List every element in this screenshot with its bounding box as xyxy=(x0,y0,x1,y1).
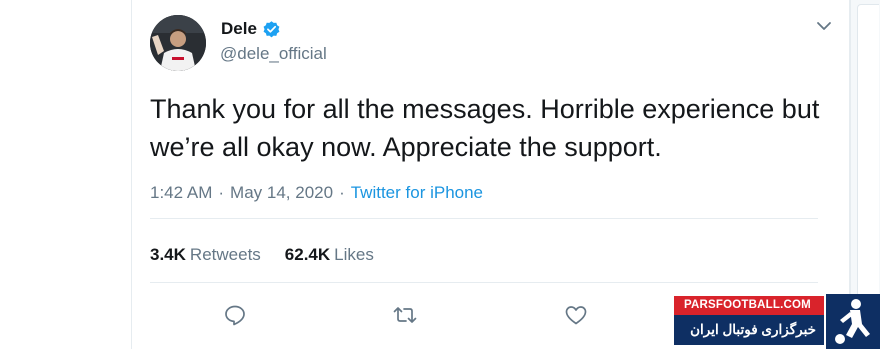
retweets-stat[interactable]: 3.4K Retweets xyxy=(150,245,261,265)
verified-badge-icon xyxy=(262,20,281,39)
left-gutter xyxy=(0,0,131,349)
heart-icon[interactable] xyxy=(562,301,590,329)
likes-count: 62.4K xyxy=(284,245,331,264)
retweet-icon[interactable] xyxy=(391,301,419,329)
retweets-label: Retweets xyxy=(189,245,261,264)
handle[interactable]: @dele_official xyxy=(220,44,327,64)
tweet-stats: 3.4K Retweets 62.4K Likes xyxy=(150,245,374,265)
watermark: PARSFOOTBALL.COM خبرگزاری فوتبال ایران xyxy=(674,294,880,349)
likes-label: Likes xyxy=(334,245,374,264)
divider xyxy=(150,282,818,283)
footballer-logo-icon xyxy=(824,294,880,349)
tweet-meta: 1:42 AM · May 14, 2020 · Twitter for iPh… xyxy=(150,183,483,203)
reply-icon[interactable] xyxy=(221,301,249,329)
tweet-time[interactable]: 1:42 AM xyxy=(150,183,212,203)
chevron-down-icon[interactable] xyxy=(815,19,833,33)
watermark-tagline: خبرگزاری فوتبال ایران xyxy=(674,315,824,345)
tweet-text: Thank you for all the messages. Horrible… xyxy=(150,94,820,162)
divider xyxy=(150,218,818,219)
meta-separator: · xyxy=(218,183,225,202)
side-panel-edge xyxy=(857,4,879,344)
source-link[interactable]: Twitter for iPhone xyxy=(351,183,483,203)
avatar[interactable] xyxy=(150,15,206,71)
display-name[interactable]: Dele xyxy=(221,19,257,39)
tweet-date[interactable]: May 14, 2020 xyxy=(230,183,333,203)
meta-separator: · xyxy=(339,183,345,202)
author-name-row[interactable]: Dele xyxy=(221,19,281,39)
watermark-site: PARSFOOTBALL.COM xyxy=(674,296,824,315)
likes-stat[interactable]: 62.4K Likes xyxy=(285,245,374,265)
retweets-count: 3.4K xyxy=(150,245,186,264)
